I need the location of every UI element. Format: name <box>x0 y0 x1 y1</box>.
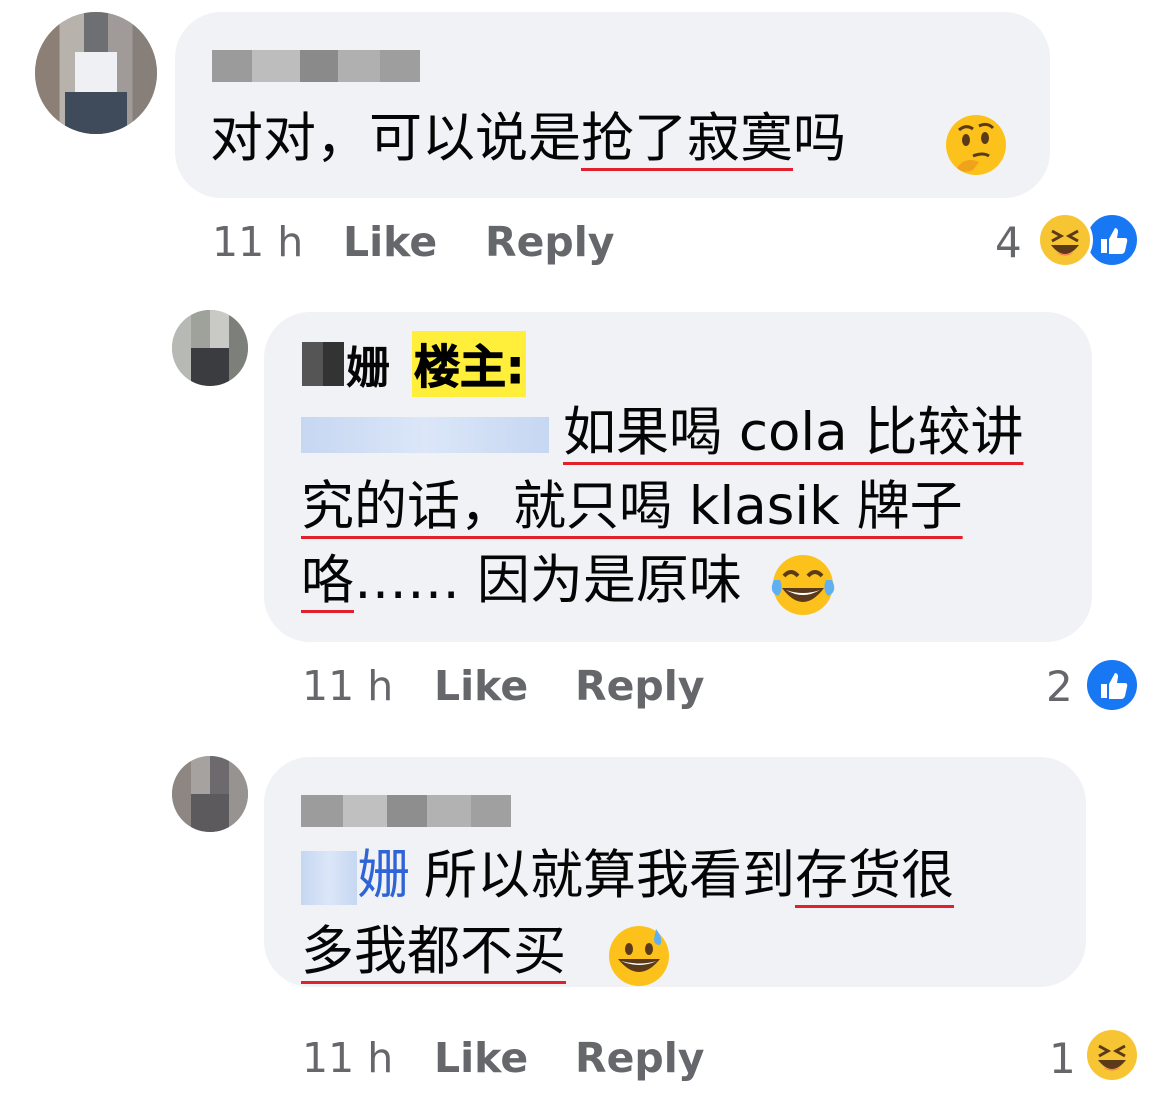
like-button[interactable]: Like <box>434 1034 528 1082</box>
reply-time[interactable]: 11 h <box>302 1034 393 1082</box>
reply-text: 咯…… 因为是原味 <box>301 550 742 611</box>
reply-text: 多我都不买 <box>301 921 566 982</box>
reply-text: 姗所以就算我看到存货很 <box>301 839 954 913</box>
haha-reaction-icon[interactable] <box>1084 1027 1140 1083</box>
author-name-blurred[interactable] <box>301 795 511 827</box>
haha-reaction-icon[interactable] <box>1037 212 1093 268</box>
avatar[interactable] <box>35 12 157 134</box>
mention-tag[interactable]: 姗 <box>357 845 410 906</box>
thinking-face-emoji-icon <box>946 115 1006 175</box>
avatar[interactable] <box>172 310 248 386</box>
comment-time[interactable]: 11 h <box>212 218 303 266</box>
reaction-count[interactable]: 4 <box>995 218 1022 267</box>
reply-button[interactable]: Reply <box>485 218 615 266</box>
comment-bubble: 对对，可以说是抢了寂寞吗 <box>175 12 1050 198</box>
avatar[interactable] <box>172 756 248 832</box>
reply-button[interactable]: Reply <box>575 1034 705 1082</box>
mention-tag-blurred[interactable] <box>301 417 549 454</box>
author-row: 姗 楼主: <box>302 331 527 397</box>
reply-bubble: 姗所以就算我看到存货很 多我都不买 <box>264 757 1086 987</box>
tears-of-joy-emoji-icon <box>771 555 835 615</box>
like-button[interactable]: Like <box>343 218 437 266</box>
grinning-sweat-emoji-icon <box>609 926 669 986</box>
mention-tag-blurred[interactable] <box>301 851 357 906</box>
reaction-count[interactable]: 1 <box>1049 1034 1076 1083</box>
like-reaction-icon[interactable] <box>1084 657 1140 713</box>
reaction-count[interactable]: 2 <box>1046 662 1073 711</box>
author-name-blurred[interactable] <box>212 50 420 82</box>
reply-button[interactable]: Reply <box>575 662 705 710</box>
reply-bubble: 姗 楼主: 如果喝 cola 比较讲 究的话，就只喝 klasik 牌子 咯……… <box>264 312 1092 642</box>
author-name[interactable]: 姗 <box>346 332 390 396</box>
reply-time[interactable]: 11 h <box>302 662 393 710</box>
like-button[interactable]: Like <box>434 662 528 710</box>
op-badge: 楼主: <box>412 331 527 397</box>
reply-text: 究的话，就只喝 klasik 牌子 <box>301 476 963 537</box>
comment-text: 对对，可以说是抢了寂寞吗 <box>210 108 846 169</box>
author-name-blurred[interactable] <box>302 342 344 386</box>
reply-text: 如果喝 cola 比较讲 <box>301 396 1023 470</box>
